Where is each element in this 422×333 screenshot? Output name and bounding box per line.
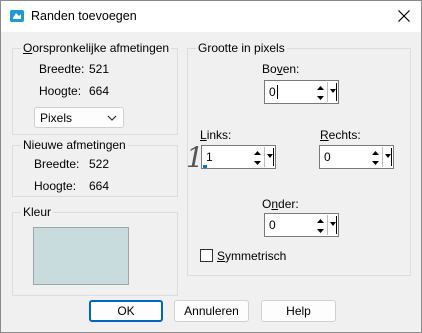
spin-up-icon[interactable] bbox=[252, 147, 263, 157]
original-height-label: Hoogte: bbox=[39, 84, 82, 98]
new-width-value: 522 bbox=[89, 157, 110, 171]
spin-down-icon[interactable] bbox=[252, 157, 263, 167]
new-height-label: Hoogte: bbox=[34, 179, 77, 193]
right-label: Rechts: bbox=[320, 128, 361, 142]
right-input[interactable]: 0 bbox=[324, 150, 331, 164]
new-width-label: Breedte: bbox=[34, 157, 80, 171]
text-caret bbox=[277, 85, 278, 99]
title-bar: Randen toevoegen bbox=[1, 1, 421, 32]
window-title: Randen toevoegen bbox=[31, 9, 137, 23]
bottom-spinbox[interactable]: 0 bbox=[264, 213, 339, 237]
left-input[interactable]: 1 bbox=[206, 150, 213, 164]
original-width-value: 521 bbox=[89, 62, 110, 76]
focus-indicator bbox=[203, 165, 207, 168]
spin-down-icon[interactable] bbox=[315, 225, 326, 235]
spin-up-icon[interactable] bbox=[315, 215, 326, 225]
top-dropdown-button[interactable] bbox=[327, 82, 337, 102]
unit-select-value: Pixels bbox=[40, 111, 73, 125]
color-swatch[interactable] bbox=[33, 227, 129, 285]
unit-select[interactable]: Pixels bbox=[34, 107, 124, 128]
ok-button[interactable]: OK bbox=[89, 300, 163, 322]
left-spinbox[interactable]: 1 bbox=[201, 145, 276, 169]
spin-up-icon[interactable] bbox=[315, 82, 326, 92]
spin-up-icon[interactable] bbox=[370, 147, 381, 157]
left-dropdown-button[interactable] bbox=[264, 147, 274, 167]
help-button[interactable]: Help bbox=[261, 300, 336, 322]
right-dropdown-button[interactable] bbox=[382, 147, 392, 167]
top-label: Boven: bbox=[262, 62, 300, 76]
right-spin-arrows bbox=[370, 147, 381, 167]
original-height-value: 664 bbox=[89, 84, 110, 98]
paint-shop-icon bbox=[10, 10, 24, 22]
left-label: Links: bbox=[200, 128, 232, 142]
new-dimensions-label: Nieuwe afmetingen bbox=[21, 138, 128, 152]
original-width-label: Breedte: bbox=[39, 62, 85, 76]
bottom-label: Onder: bbox=[262, 197, 299, 211]
new-height-value: 664 bbox=[89, 179, 110, 193]
top-input[interactable]: 0 bbox=[269, 85, 276, 99]
cancel-button[interactable]: Annuleren bbox=[174, 300, 249, 322]
left-spin-arrows bbox=[252, 147, 263, 167]
bottom-dropdown-button[interactable] bbox=[327, 215, 337, 235]
spin-down-icon[interactable] bbox=[370, 157, 381, 167]
symmetric-checkbox[interactable] bbox=[200, 249, 213, 262]
border-size-label: Grootte in pixels bbox=[196, 41, 287, 55]
top-spin-arrows bbox=[315, 82, 326, 102]
bottom-input[interactable]: 0 bbox=[269, 218, 276, 232]
right-spinbox[interactable]: 0 bbox=[319, 145, 394, 169]
top-spinbox[interactable]: 0 bbox=[264, 80, 339, 104]
dialog-window: Randen toevoegen Oorspronkelijke afmetin… bbox=[0, 0, 422, 333]
symmetric-label[interactable]: Symmetrisch bbox=[217, 249, 286, 263]
bottom-spin-arrows bbox=[315, 215, 326, 235]
close-button[interactable] bbox=[386, 1, 422, 32]
close-icon bbox=[398, 10, 410, 22]
chevron-down-icon bbox=[107, 115, 117, 121]
spin-down-icon[interactable] bbox=[315, 92, 326, 102]
original-dimensions-label: Oorspronkelijke afmetingen bbox=[21, 41, 172, 55]
color-label: Kleur bbox=[21, 205, 54, 219]
